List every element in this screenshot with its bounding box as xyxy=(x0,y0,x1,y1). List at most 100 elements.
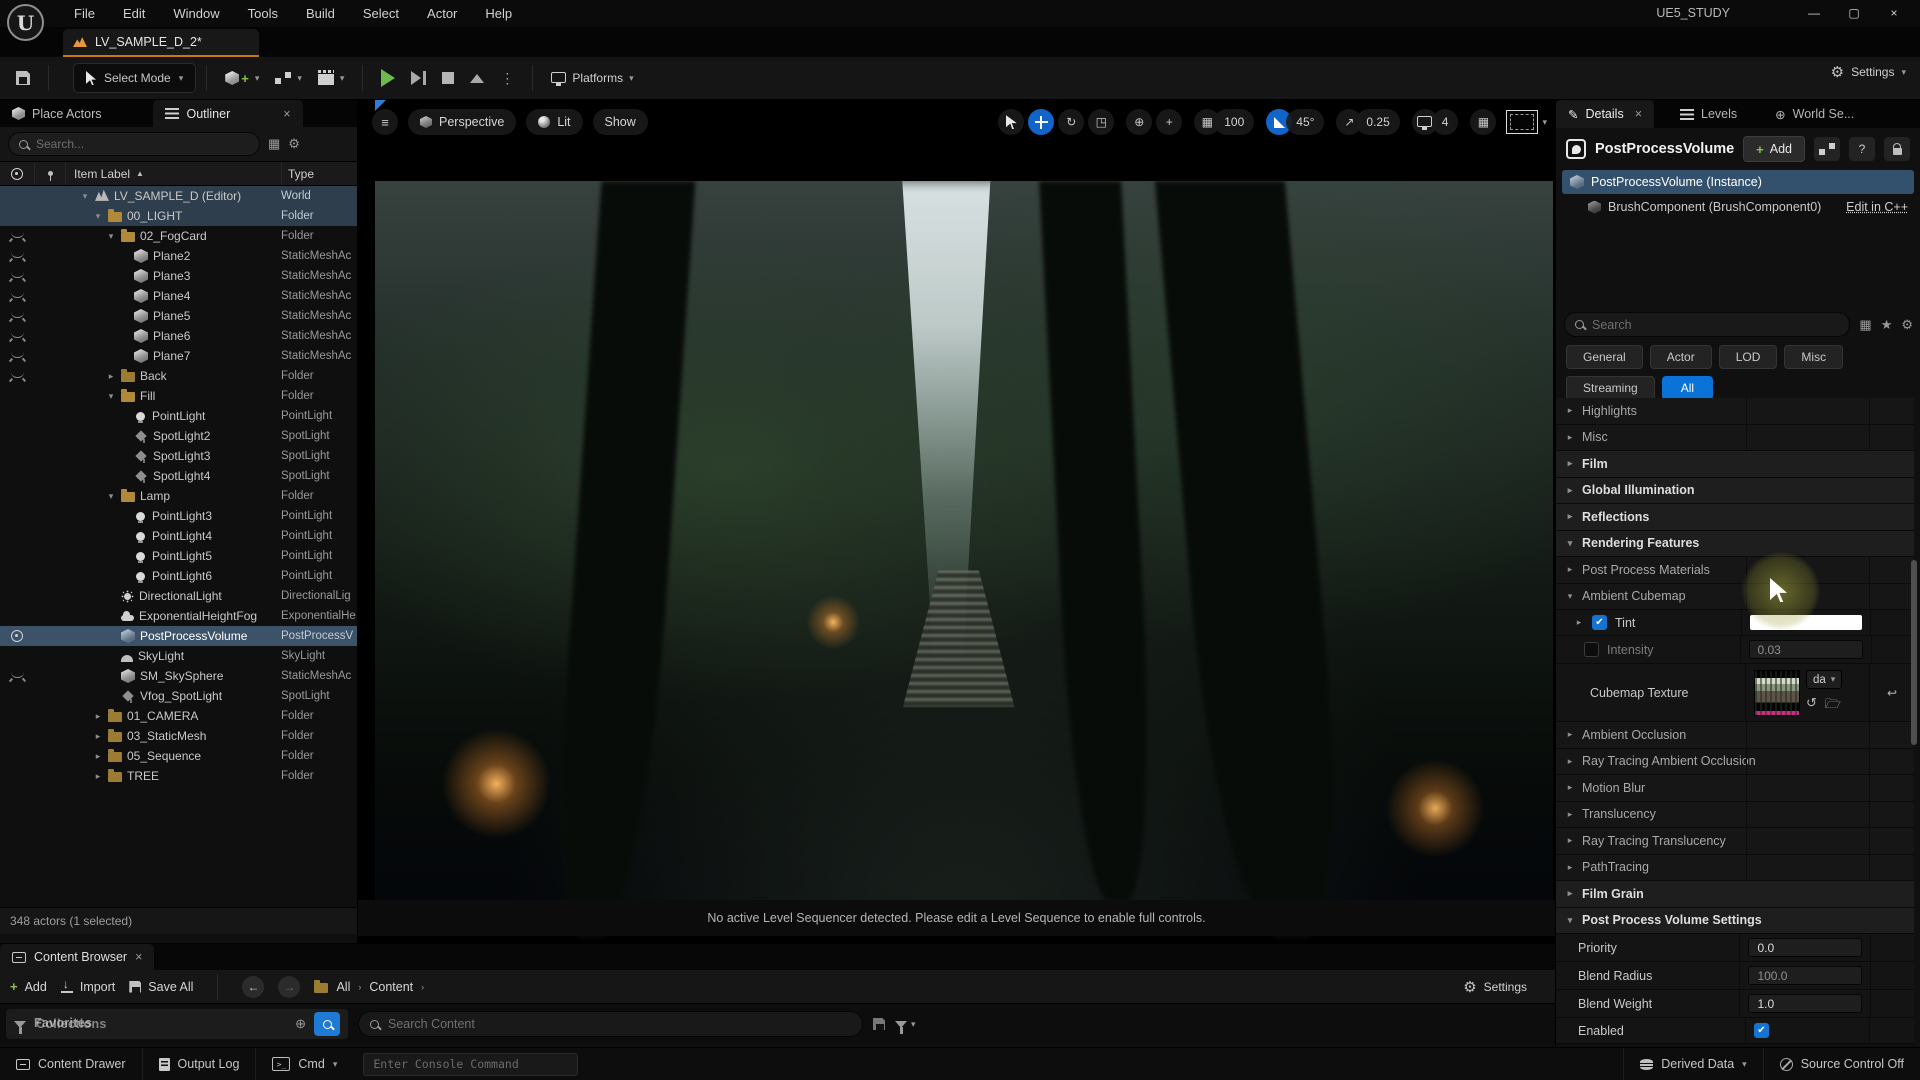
derived-data-button[interactable]: Derived Data ▾ xyxy=(1623,1048,1762,1080)
select-tool-button[interactable] xyxy=(998,109,1024,135)
filter-chip[interactable]: LOD xyxy=(1719,345,1778,369)
visibility-icon[interactable] xyxy=(11,672,24,678)
tab-content-browser[interactable]: Content Browser × xyxy=(0,944,154,970)
edit-in-cpp-link[interactable]: Edit in C++ xyxy=(1846,200,1908,214)
lock-button[interactable] xyxy=(1884,137,1910,161)
table-row[interactable]: Plane2 StaticMeshAc xyxy=(0,246,357,266)
expander-icon[interactable]: ▸ xyxy=(93,731,103,742)
minimize-button[interactable]: — xyxy=(1794,0,1834,26)
camera-speed-value[interactable]: 4 xyxy=(1432,109,1459,135)
menu-item[interactable]: Help xyxy=(471,1,526,26)
asset-tab-level[interactable]: LV_SAMPLE_D_2* xyxy=(63,29,259,57)
table-row[interactable]: SM_SkySphere StaticMeshAc xyxy=(0,666,357,686)
visibility-icon[interactable] xyxy=(11,332,24,338)
details-section-row[interactable]: ▸ Global Illumination xyxy=(1556,478,1914,505)
table-row[interactable]: Plane6 StaticMeshAc xyxy=(0,326,357,346)
table-row[interactable]: ▾ Fill Folder xyxy=(0,386,357,406)
content-search-input[interactable] xyxy=(388,1017,851,1031)
restore-button[interactable]: ▢ xyxy=(1834,0,1874,26)
expander-icon[interactable]: ▸ xyxy=(93,771,103,782)
expander-icon[interactable]: ▾ xyxy=(93,211,103,222)
expander-icon[interactable]: ▾ xyxy=(80,191,90,202)
outliner-settings-icon[interactable]: ⚙ xyxy=(288,136,300,152)
table-row[interactable]: ▸ 03_StaticMesh Folder xyxy=(0,726,357,746)
perspective-dropdown[interactable]: Perspective xyxy=(408,109,516,135)
breadcrumb-all[interactable]: All xyxy=(336,980,350,994)
content-filters-button[interactable]: ▾ xyxy=(895,1019,916,1030)
visibility-icon[interactable] xyxy=(11,372,24,378)
outliner-search[interactable] xyxy=(8,132,260,156)
visibility-icon[interactable] xyxy=(11,312,24,318)
settings-dropdown[interactable]: ⚙ Settings ▾ xyxy=(1831,63,1906,81)
table-row[interactable]: Plane3 StaticMeshAc xyxy=(0,266,357,286)
surface-snap-button[interactable]: + xyxy=(1156,109,1182,135)
expander-icon[interactable]: ▾ xyxy=(106,491,116,502)
details-section-row[interactable]: ▸ Post Process Materials xyxy=(1556,557,1914,584)
table-row[interactable]: ▸ 05_Sequence Folder xyxy=(0,746,357,766)
table-row[interactable]: ▾ LV_SAMPLE_D (Editor) World xyxy=(0,186,357,206)
save-search-icon[interactable] xyxy=(873,1018,885,1030)
quad-view-button[interactable]: ▦ xyxy=(1470,109,1496,135)
filter-chip[interactable]: Actor xyxy=(1650,345,1712,369)
details-section-row[interactable]: ▾ Post Process Volume Settings xyxy=(1556,908,1914,935)
intensity-input[interactable]: 0.03 xyxy=(1749,640,1863,659)
blend-weight-input[interactable]: 1.0 xyxy=(1748,994,1862,1013)
cmd-dropdown[interactable]: >_ Cmd ▾ xyxy=(256,1048,353,1080)
expander-icon[interactable]: ▸ xyxy=(93,751,103,762)
details-search[interactable] xyxy=(1564,312,1850,337)
sort-item-label[interactable]: Item Label ▲ xyxy=(66,167,281,181)
rotate-tool-button[interactable]: ↻ xyxy=(1058,109,1084,135)
table-row[interactable]: DirectionalLight DirectionalLig xyxy=(0,586,357,606)
layout-preview[interactable] xyxy=(1506,110,1538,134)
table-row[interactable]: PointLight4 PointLight xyxy=(0,526,357,546)
rotation-snap-value[interactable]: 45° xyxy=(1286,109,1324,135)
expander-icon[interactable]: ▸ xyxy=(1574,617,1584,628)
visibility-column-icon[interactable] xyxy=(11,168,23,180)
sources-collapsed-bar[interactable]: Favorites Collections ⊕ xyxy=(6,1009,348,1039)
details-section-row[interactable]: ▸ Ray Tracing Ambient Occlusion xyxy=(1556,749,1914,776)
intensity-checkbox[interactable] xyxy=(1584,642,1599,657)
view-mode-dropdown[interactable]: Lit xyxy=(526,109,582,135)
content-drawer-button[interactable]: Content Drawer xyxy=(0,1048,143,1080)
brush-component-row[interactable]: BrushComponent (BrushComponent0) Edit in… xyxy=(1588,196,1914,218)
help-button[interactable]: ? xyxy=(1849,137,1875,161)
viewport-options-icon[interactable]: ≡ xyxy=(372,109,398,135)
move-tool-button[interactable] xyxy=(1028,109,1054,135)
use-selected-icon[interactable]: ↺ xyxy=(1806,695,1817,717)
expander-icon[interactable]: ▾ xyxy=(106,391,116,402)
cubemap-asset-dropdown[interactable]: da ▾ xyxy=(1806,670,1842,689)
blend-radius-input[interactable]: 100.0 xyxy=(1748,966,1862,985)
close-outliner-icon[interactable]: × xyxy=(283,107,290,121)
menu-item[interactable]: Edit xyxy=(109,1,159,26)
outliner-search-input[interactable] xyxy=(36,137,249,151)
reset-property-icon[interactable]: ↩ xyxy=(1870,686,1914,700)
world-space-button[interactable]: ⊕ xyxy=(1126,109,1152,135)
details-section-row[interactable]: ▸ Misc xyxy=(1556,425,1914,452)
favorites-icon[interactable]: ★ xyxy=(1881,317,1893,333)
visibility-icon[interactable] xyxy=(11,630,23,642)
close-button[interactable]: × xyxy=(1874,0,1914,26)
details-section-row[interactable]: ▸ Film xyxy=(1556,451,1914,478)
table-row[interactable]: SpotLight4 SpotLight xyxy=(0,466,357,486)
table-row[interactable]: ▸ 01_CAMERA Folder xyxy=(0,706,357,726)
table-row[interactable]: PointLight PointLight xyxy=(0,406,357,426)
tint-color-swatch[interactable] xyxy=(1750,615,1862,630)
details-section-row[interactable]: ▾ Ambient Cubemap xyxy=(1556,584,1914,611)
details-scrollbar[interactable] xyxy=(1911,560,1917,745)
table-row[interactable]: Plane5 StaticMeshAc xyxy=(0,306,357,326)
details-section-row[interactable]: ▸ Reflections xyxy=(1556,504,1914,531)
expander-icon[interactable]: ▸ xyxy=(106,371,116,382)
console-command-input[interactable] xyxy=(363,1053,578,1076)
tab-outliner[interactable]: Outliner × xyxy=(153,100,302,127)
table-row[interactable]: PointLight5 PointLight xyxy=(0,546,357,566)
visibility-icon[interactable] xyxy=(11,252,24,258)
blueprint-edit-button[interactable] xyxy=(1814,137,1840,161)
grid-snap-value[interactable]: 100 xyxy=(1214,109,1254,135)
browse-to-asset-icon[interactable]: 🗁 xyxy=(1825,695,1841,717)
details-section-row[interactable]: ▸ Motion Blur xyxy=(1556,775,1914,802)
details-section-row[interactable]: ▸ Ray Tracing Translucency xyxy=(1556,828,1914,855)
details-section-row[interactable]: ▸ Film Grain xyxy=(1556,881,1914,908)
component-instance-row[interactable]: PostProcessVolume (Instance) xyxy=(1562,170,1914,194)
filter-chip[interactable]: General xyxy=(1566,345,1643,369)
add-collection-icon[interactable]: ⊕ xyxy=(295,1016,306,1032)
